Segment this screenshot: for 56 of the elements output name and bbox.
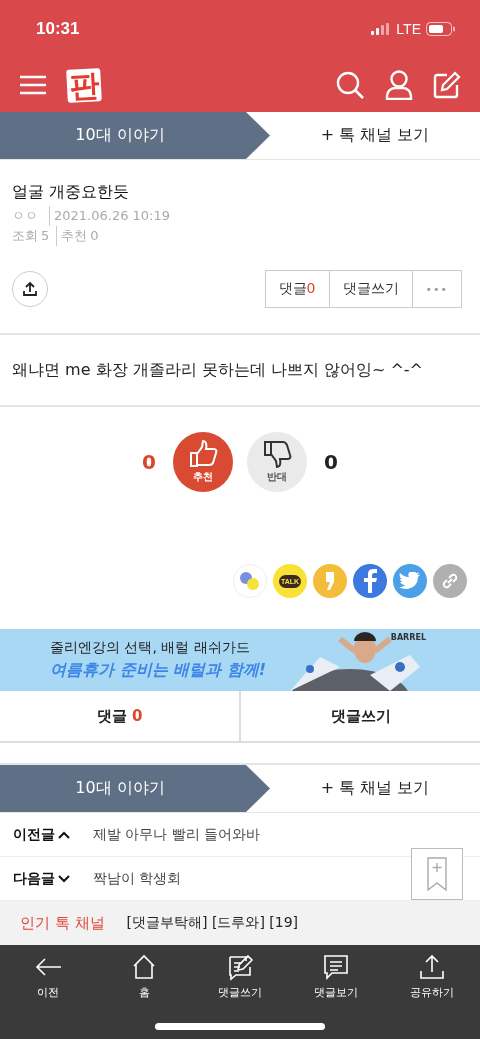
popular-channels[interactable]: [댓글부탁해] [드루와] [19] bbox=[126, 914, 299, 932]
thumbs-up-icon bbox=[188, 440, 218, 468]
channel-link[interactable]: + 톡 채널 보기 bbox=[270, 112, 480, 159]
speech-bubble-icon bbox=[322, 953, 350, 981]
recommend-button[interactable]: 추천 bbox=[173, 432, 233, 492]
menu-icon[interactable] bbox=[19, 74, 47, 96]
edit-icon[interactable] bbox=[433, 71, 461, 99]
compose-icon bbox=[226, 953, 254, 981]
nav-button[interactable]: 댓글보기 bbox=[296, 953, 376, 1000]
post-body: 왜냐면 me 화장 개졸라리 못하는데 나쁘지 않어잉~ ^-^ bbox=[12, 359, 424, 381]
copy-link-button[interactable] bbox=[433, 564, 467, 598]
post-title: 얼굴 개중요한듯 bbox=[12, 182, 131, 203]
network-label: LTE bbox=[396, 21, 421, 37]
banner-slogan: 여름휴가 준비는 배럴과 함께! bbox=[50, 660, 267, 681]
up-count: 0 bbox=[141, 450, 157, 474]
signal-icon bbox=[371, 23, 392, 35]
category-tab[interactable]: 10대 이야기 bbox=[0, 765, 270, 812]
ad-banner[interactable]: 줄리엔강의 선택, 배럴 래쉬가드 여름휴가 준비는 배럴과 함께! BARREL bbox=[0, 629, 480, 691]
views-label: 조회 bbox=[12, 227, 38, 245]
logo[interactable]: 판 bbox=[66, 67, 102, 103]
nav-button[interactable]: 댓글쓰기 bbox=[200, 953, 280, 1000]
category-tab[interactable]: 10대 이야기 bbox=[0, 112, 270, 159]
nav-button[interactable]: 공유하기 bbox=[392, 953, 472, 1000]
thumbs-down-icon bbox=[262, 440, 292, 468]
upload-icon bbox=[22, 281, 38, 297]
user-icon[interactable] bbox=[385, 70, 413, 100]
views-count: 5 bbox=[41, 227, 50, 245]
brand-name: BARREL bbox=[390, 633, 426, 642]
bubbles-icon bbox=[238, 569, 262, 593]
nav-label[interactable]: 이전글 bbox=[13, 825, 79, 844]
nav-button[interactable]: 이전 bbox=[8, 953, 88, 1000]
recommend-count: 0 bbox=[90, 227, 99, 245]
nav-label[interactable]: 다음글 bbox=[13, 869, 79, 888]
post-link[interactable]: 제발 아무나 빨리 들어와바 bbox=[93, 825, 261, 844]
facebook-icon bbox=[363, 569, 377, 593]
clock-time: 10:31 bbox=[36, 19, 80, 39]
post-date: 2021.06.26 10:19 bbox=[49, 206, 171, 226]
post-link[interactable]: 짝남이 학생회 bbox=[93, 869, 182, 888]
author-name: ㅇㅇ bbox=[12, 207, 38, 225]
battery-icon bbox=[426, 22, 456, 36]
share-button[interactable] bbox=[12, 271, 48, 307]
search-icon[interactable] bbox=[335, 70, 365, 100]
chat-share-button[interactable] bbox=[233, 564, 267, 598]
recommend-label: 추천 bbox=[56, 226, 88, 246]
nav-button[interactable]: 홈 bbox=[104, 953, 184, 1000]
bookmark-icon bbox=[426, 857, 448, 891]
channel-link[interactable]: + 톡 채널 보기 bbox=[270, 765, 480, 812]
twitter-share-button[interactable] bbox=[393, 564, 427, 598]
quote-icon bbox=[324, 571, 336, 591]
share-icon bbox=[418, 953, 446, 981]
facebook-share-button[interactable] bbox=[353, 564, 387, 598]
down-count: 0 bbox=[323, 450, 339, 474]
popular-label: 인기 톡 채널 bbox=[20, 913, 105, 933]
banner-headline: 줄리엔강의 선택, 배럴 래쉬가드 bbox=[50, 639, 251, 657]
oppose-button[interactable]: 반대 bbox=[247, 432, 307, 492]
bird-icon bbox=[399, 572, 421, 590]
